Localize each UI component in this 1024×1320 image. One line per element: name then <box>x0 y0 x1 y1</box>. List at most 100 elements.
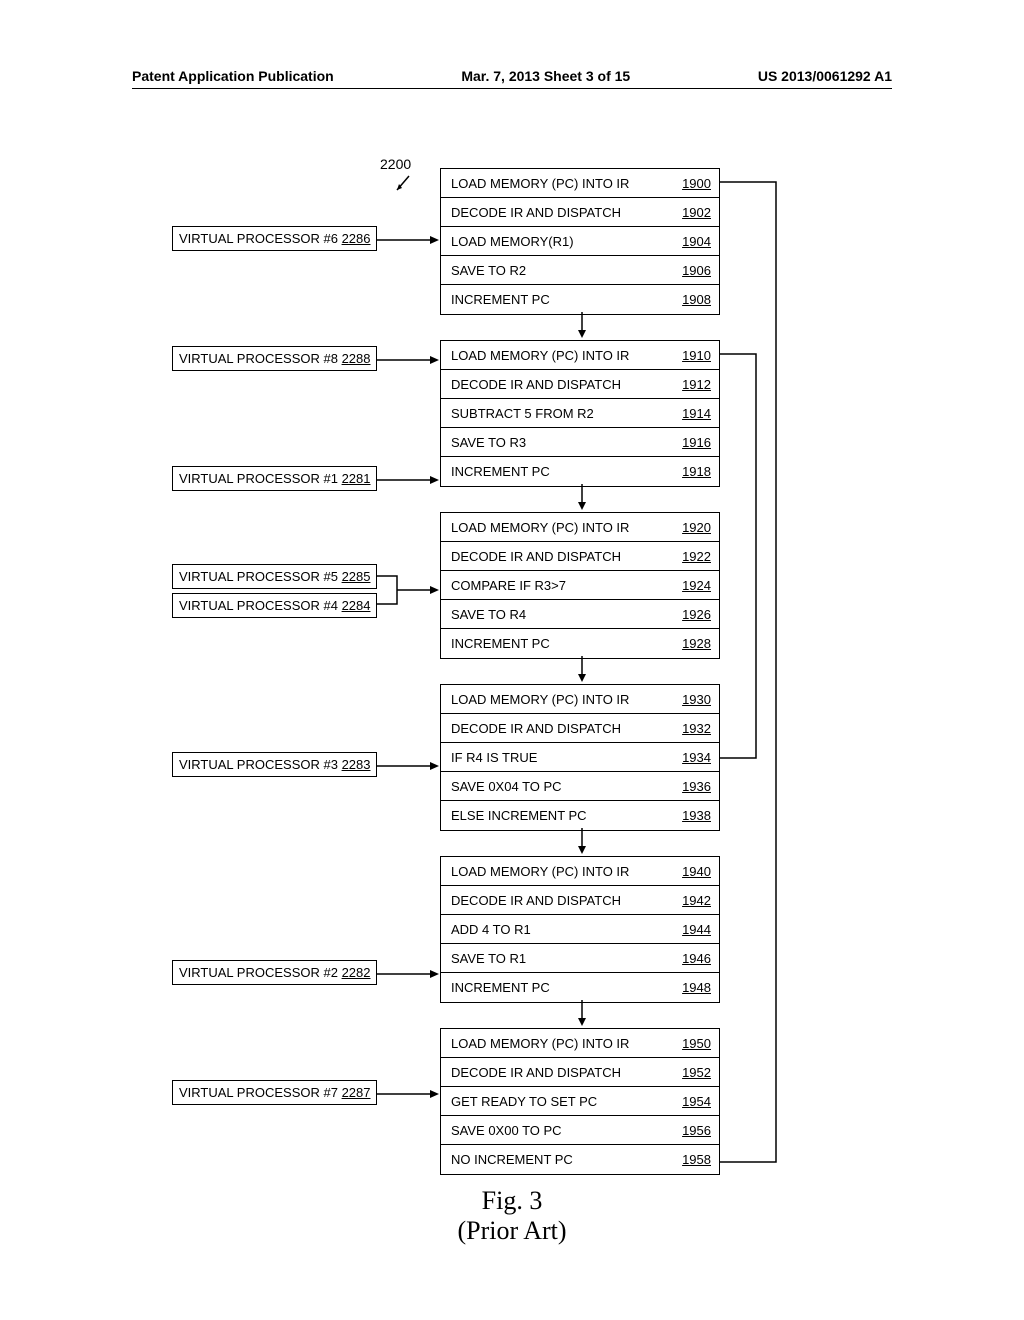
instr-text: SUBTRACT 5 FROM R2 <box>451 406 594 421</box>
instr-row: SUBTRACT 5 FROM R21914 <box>441 399 719 428</box>
fig-line-1: Fig. 3 <box>482 1186 543 1215</box>
instr-block-2: LOAD MEMORY (PC) INTO IR 1920 DECODE IR AN… <box>440 512 720 659</box>
instr-row: GET READY TO SET PC 1954 <box>441 1087 719 1116</box>
vp-label: VIRTUAL PROCESSOR #1 <box>179 471 338 486</box>
instr-num: 1930 <box>682 692 711 707</box>
instr-row: INCREMENT PC 1918 <box>441 457 719 486</box>
vp-num: 2287 <box>342 1085 371 1100</box>
vp-num: 2283 <box>342 757 371 772</box>
header-right: US 2013/0061292 A1 <box>758 68 892 84</box>
vp-num: 2285 <box>342 569 371 584</box>
instr-text: INCREMENT PC <box>451 636 550 651</box>
instr-num: 1940 <box>682 864 711 879</box>
instr-text: DECODE IR AND DISPATCH <box>451 377 621 392</box>
ref-arrow-icon <box>395 172 415 192</box>
instr-row: DECODE IR AND DISPATCH1902 <box>441 198 719 227</box>
down-arrow-icon <box>572 484 592 512</box>
instr-num: 1958 <box>682 1152 711 1167</box>
instr-text: LOAD MEMORY (PC) INTO IR <box>451 864 629 879</box>
instr-num: 1924 <box>682 578 711 593</box>
instr-text: SAVE TO R4 <box>451 607 526 622</box>
instr-block-5: LOAD MEMORY (PC) INTO IR 1950 DECODE IR AN… <box>440 1028 720 1175</box>
instr-text: LOAD MEMORY (PC) INTO IR <box>451 692 629 707</box>
instr-num: 1932 <box>682 721 711 736</box>
instr-row: DECODE IR AND DISPATCH 1922 <box>441 542 719 571</box>
right-arrow-icon <box>377 230 442 250</box>
instr-text: SAVE TO R3 <box>451 435 526 450</box>
vp-box-5: VIRTUAL PROCESSOR #5 2285 <box>172 564 377 589</box>
instr-text: ADD 4 TO R1 <box>451 922 531 937</box>
instr-num: 1954 <box>682 1094 711 1109</box>
instr-text: SAVE 0X00 TO PC <box>451 1123 562 1138</box>
instr-row: SAVE 0X04 TO PC1936 <box>441 772 719 801</box>
instr-row: DECODE IR AND DISPATCH 1932 <box>441 714 719 743</box>
vp-num: 2288 <box>342 351 371 366</box>
instr-num: 1920 <box>682 520 711 535</box>
instr-text: COMPARE IF R3>7 <box>451 578 566 593</box>
vp-box-2: VIRTUAL PROCESSOR #2 2282 <box>172 960 377 985</box>
instr-text: LOAD MEMORY (PC) INTO IR <box>451 176 629 191</box>
right-arrow-icon <box>377 964 442 984</box>
right-arrow-icon <box>377 470 442 490</box>
instr-text: ELSE INCREMENT PC <box>451 808 587 823</box>
vp-label: VIRTUAL PROCESSOR #3 <box>179 757 338 772</box>
instr-block-0: LOAD MEMORY (PC) INTO IR1900DECODE IR AN… <box>440 168 720 315</box>
instr-text: DECODE IR AND DISPATCH <box>451 721 621 736</box>
instr-num: 1904 <box>682 234 711 249</box>
vp-label: VIRTUAL PROCESSOR #8 <box>179 351 338 366</box>
instr-num: 1910 <box>682 348 711 363</box>
instr-text: SAVE TO R1 <box>451 951 526 966</box>
instr-num: 1902 <box>682 205 711 220</box>
instr-num: 1942 <box>682 893 711 908</box>
vp-label: VIRTUAL PROCESSOR #4 <box>179 598 338 613</box>
instr-text: DECODE IR AND DISPATCH <box>451 893 621 908</box>
instr-num: 1936 <box>682 779 711 794</box>
instr-block-4: LOAD MEMORY (PC) INTO IR 1940 DECODE IR AN… <box>440 856 720 1003</box>
instr-row: NO INCREMENT PC1958 <box>441 1145 719 1174</box>
instr-num: 1912 <box>682 377 711 392</box>
instr-row: SAVE TO R31916 <box>441 428 719 457</box>
instr-text: INCREMENT PC <box>451 464 550 479</box>
instr-text: INCREMENT PC <box>451 292 550 307</box>
instr-row: LOAD MEMORY(R1) 1904 <box>441 227 719 256</box>
header-center: Mar. 7, 2013 Sheet 3 of 15 <box>461 68 630 84</box>
instr-block-1: LOAD MEMORY (PC) INTO IR1910DECODE IR AN… <box>440 340 720 487</box>
right-arrow-icon <box>377 756 442 776</box>
instr-row: SAVE TO R41926 <box>441 600 719 629</box>
vp-num: 2282 <box>342 965 371 980</box>
instr-text: DECODE IR AND DISPATCH <box>451 1065 621 1080</box>
ref-2200: 2200 <box>380 156 411 172</box>
instr-row: INCREMENT PC1948 <box>441 973 719 1002</box>
instr-row: LOAD MEMORY (PC) INTO IR 1920 <box>441 513 719 542</box>
right-arrow-icon <box>377 1084 442 1104</box>
instr-num: 1906 <box>682 263 711 278</box>
vp-box-4: VIRTUAL PROCESSOR #4 2284 <box>172 593 377 618</box>
instr-num: 1950 <box>682 1036 711 1051</box>
instr-text: GET READY TO SET PC <box>451 1094 597 1109</box>
instr-row: DECODE IR AND DISPATCH1952 <box>441 1058 719 1087</box>
instr-num: 1946 <box>682 951 711 966</box>
instr-text: LOAD MEMORY (PC) INTO IR <box>451 520 629 535</box>
instr-row: LOAD MEMORY (PC) INTO IR 1930 <box>441 685 719 714</box>
instr-row: SAVE TO R2 1906 <box>441 256 719 285</box>
down-arrow-icon <box>572 312 592 340</box>
instr-num: 1934 <box>682 750 711 765</box>
instr-num: 1918 <box>682 464 711 479</box>
instr-text: LOAD MEMORY (PC) INTO IR <box>451 1036 629 1051</box>
instr-num: 1938 <box>682 808 711 823</box>
down-arrow-icon <box>572 1000 592 1028</box>
instr-text: DECODE IR AND DISPATCH <box>451 549 621 564</box>
header-left: Patent Application Publication <box>132 68 334 84</box>
instr-row: COMPARE IF R3>7 1924 <box>441 571 719 600</box>
right-arrow-icon <box>377 350 442 370</box>
instr-text: SAVE TO R2 <box>451 263 526 278</box>
instr-row: INCREMENT PC1908 <box>441 285 719 314</box>
vp-label: VIRTUAL PROCESSOR #2 <box>179 965 338 980</box>
instr-row: INCREMENT PC1928 <box>441 629 719 658</box>
instr-text: LOAD MEMORY(R1) <box>451 234 574 249</box>
instr-num: 1948 <box>682 980 711 995</box>
instr-num: 1922 <box>682 549 711 564</box>
figure-content: 2200 VIRTUAL PROCESSOR #6 2286 VIRTUAL P… <box>0 150 1024 1320</box>
instr-num: 1956 <box>682 1123 711 1138</box>
vp-num: 2284 <box>342 598 371 613</box>
